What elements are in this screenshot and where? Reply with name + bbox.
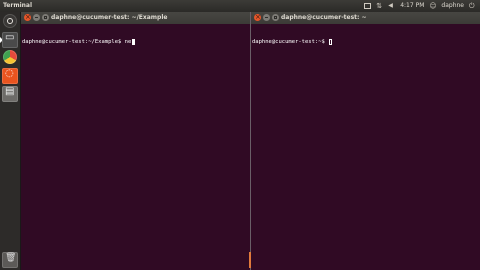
terminal-icon[interactable]: [2, 32, 18, 48]
chrome-icon[interactable]: [3, 50, 17, 64]
window-title: daphne@cucumer-test: ~: [281, 14, 367, 21]
user-icon[interactable]: [429, 0, 436, 12]
command-input[interactable]: ne: [125, 39, 132, 45]
resize-handle[interactable]: [249, 252, 251, 268]
text-cursor: [132, 39, 136, 45]
dash-icon[interactable]: [3, 14, 17, 28]
prompt: daphne@cucumer-test:~/Example$: [22, 39, 125, 45]
network-icon[interactable]: [376, 0, 383, 12]
titlebar-right[interactable]: daphne@cucumer-test: ~: [251, 11, 480, 24]
terminal-output-right[interactable]: daphne@cucumer-test:~$: [251, 24, 480, 270]
titlebar-left[interactable]: daphne@cucumer-test: ~/Example: [21, 11, 250, 24]
top-panel: Terminal 4:17 PM daphne: [0, 0, 480, 12]
clock[interactable]: 4:17 PM: [400, 0, 424, 12]
user-name[interactable]: daphne: [441, 0, 464, 12]
terminal-window-right[interactable]: daphne@cucumer-test: ~ daphne@cucumer-te…: [251, 11, 480, 270]
files-icon[interactable]: [2, 86, 18, 102]
minimize-button[interactable]: [33, 14, 40, 21]
ubuntu-one-icon[interactable]: [2, 68, 18, 84]
window-controls: [254, 11, 279, 23]
mail-icon[interactable]: [364, 3, 372, 9]
indicator-area: 4:17 PM daphne: [364, 0, 476, 12]
power-icon[interactable]: [469, 0, 476, 12]
close-button[interactable]: [254, 11, 261, 23]
close-button[interactable]: [24, 11, 31, 23]
minimize-button[interactable]: [263, 14, 270, 21]
maximize-button[interactable]: [272, 14, 279, 21]
trash-icon[interactable]: [2, 252, 18, 268]
window-controls: [24, 11, 49, 23]
launcher: [0, 12, 21, 270]
prompt-line: daphne@cucumer-test:~$: [252, 39, 480, 45]
maximize-button[interactable]: [42, 14, 49, 21]
prompt: daphne@cucumer-test:~$: [252, 39, 329, 45]
window-title: daphne@cucumer-test: ~/Example: [51, 14, 168, 21]
text-cursor: [329, 39, 333, 45]
prompt-line: daphne@cucumer-test:~/Example$ ne: [22, 39, 250, 45]
volume-icon[interactable]: [388, 0, 395, 12]
terminal-output-left[interactable]: daphne@cucumer-test:~/Example$ ne: [21, 24, 250, 270]
terminal-window-left[interactable]: daphne@cucumer-test: ~/Example daphne@cu…: [21, 11, 250, 270]
